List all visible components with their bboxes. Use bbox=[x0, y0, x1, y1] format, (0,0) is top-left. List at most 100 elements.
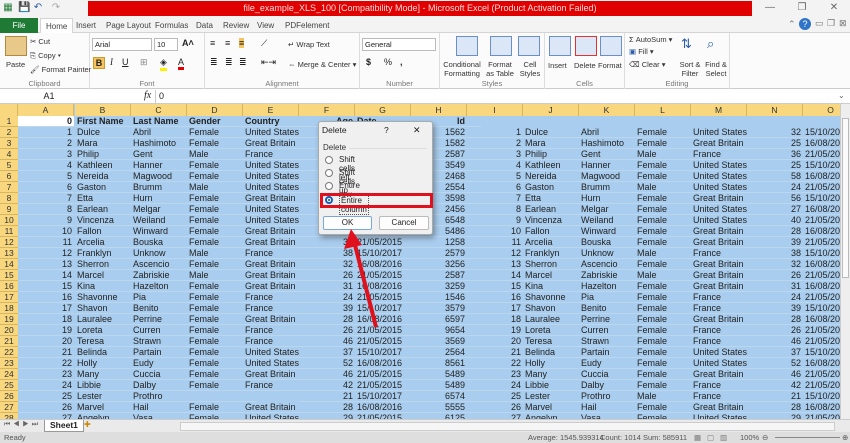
cell-O16[interactable]: 16/08/2016 bbox=[803, 281, 840, 292]
cell-O9[interactable]: 16/08/2016 bbox=[803, 204, 840, 215]
row-header-26[interactable]: 26 bbox=[0, 391, 18, 402]
cell-N27[interactable]: 28 bbox=[747, 402, 803, 413]
cell-A21[interactable]: 20 bbox=[18, 336, 74, 347]
minimize-button[interactable]: — bbox=[760, 2, 780, 16]
cell-A1[interactable]: 0 bbox=[18, 116, 74, 127]
row-header-15[interactable]: 15 bbox=[0, 270, 18, 281]
cell-I25[interactable]: 24 bbox=[467, 380, 523, 391]
cell-I2[interactable]: 1 bbox=[467, 127, 523, 138]
cell-N12[interactable]: 39 bbox=[747, 237, 803, 248]
cell-N20[interactable]: 26 bbox=[747, 325, 803, 336]
column-header-G[interactable]: G bbox=[355, 104, 411, 116]
cell-H20[interactable]: 9654 bbox=[411, 325, 467, 336]
format-as-table-button[interactable]: Format as Table bbox=[484, 60, 516, 78]
insert-cells-icon[interactable] bbox=[549, 36, 571, 56]
cell-A17[interactable]: 16 bbox=[18, 292, 74, 303]
cell-O8[interactable]: 15/10/2017 bbox=[803, 193, 840, 204]
cell-A19[interactable]: 18 bbox=[18, 314, 74, 325]
scroll-thumb[interactable] bbox=[842, 118, 849, 278]
font-color-icon[interactable]: A bbox=[178, 57, 185, 70]
row-header-2[interactable]: 2 bbox=[0, 127, 18, 138]
cell-I3[interactable]: 2 bbox=[467, 138, 523, 149]
cell-N25[interactable]: 42 bbox=[747, 380, 803, 391]
percent-button[interactable]: % bbox=[384, 57, 392, 67]
tab-formulas[interactable]: Formulas bbox=[150, 18, 193, 33]
cell-A22[interactable]: 21 bbox=[18, 347, 74, 358]
cell-F24[interactable]: 46 bbox=[299, 369, 355, 380]
new-sheet-icon[interactable]: ✚ bbox=[84, 420, 91, 429]
borders-icon[interactable]: ⊞ bbox=[140, 57, 148, 68]
cell-A4[interactable]: 3 bbox=[18, 149, 74, 160]
cell-C26[interactable]: Prothro bbox=[131, 391, 257, 402]
cell-styles-button[interactable]: Cell Styles bbox=[516, 60, 544, 78]
cell-A8[interactable]: 7 bbox=[18, 193, 74, 204]
row-header-25[interactable]: 25 bbox=[0, 380, 18, 391]
cell-O7[interactable]: 21/05/2015 bbox=[803, 182, 840, 193]
cell-A10[interactable]: 9 bbox=[18, 215, 74, 226]
cell-I7[interactable]: 6 bbox=[467, 182, 523, 193]
cell-N13[interactable]: 38 bbox=[747, 248, 803, 259]
cell-A23[interactable]: 22 bbox=[18, 358, 74, 369]
row-header-12[interactable]: 12 bbox=[0, 237, 18, 248]
column-header-I[interactable]: I bbox=[467, 104, 523, 116]
autosum-button[interactable]: Σ AutoSum ▾ bbox=[629, 35, 672, 44]
cell-N26[interactable]: 21 bbox=[747, 391, 803, 402]
align-right-icon[interactable]: ≣ bbox=[239, 57, 247, 68]
collapse-ribbon-icon[interactable]: ⌃ bbox=[788, 19, 796, 30]
cell-F22[interactable]: 37 bbox=[299, 347, 355, 358]
font-name-select[interactable]: Arial bbox=[92, 38, 152, 51]
column-header-H[interactable]: H bbox=[411, 104, 467, 116]
cell-N15[interactable]: 26 bbox=[747, 270, 803, 281]
cell-O26[interactable]: 15/10/2017 bbox=[803, 391, 840, 402]
row-header-18[interactable]: 18 bbox=[0, 303, 18, 314]
column-header-E[interactable]: E bbox=[243, 104, 299, 116]
dialog-help-button[interactable]: ? bbox=[384, 125, 389, 135]
row-header-1[interactable]: 1 bbox=[0, 116, 18, 127]
cell-A20[interactable]: 19 bbox=[18, 325, 74, 336]
cell-H21[interactable]: 3569 bbox=[411, 336, 467, 347]
page-break-view-icon[interactable]: ▥ bbox=[720, 432, 727, 443]
format-button[interactable]: Format bbox=[598, 61, 622, 70]
cell-O17[interactable]: 21/05/2015 bbox=[803, 292, 840, 303]
row-header-3[interactable]: 3 bbox=[0, 138, 18, 149]
cell-A14[interactable]: 13 bbox=[18, 259, 74, 270]
cell-A25[interactable]: 24 bbox=[18, 380, 74, 391]
cell-O3[interactable]: 16/08/2016 bbox=[803, 138, 840, 149]
cell-I23[interactable]: 22 bbox=[467, 358, 523, 369]
radio-shift-up[interactable] bbox=[325, 169, 333, 177]
delete-button[interactable]: Delete bbox=[574, 61, 596, 70]
copy-button[interactable]: ⎘ Copy ▾ bbox=[30, 51, 61, 61]
row-header-21[interactable]: 21 bbox=[0, 336, 18, 347]
cell-I26[interactable]: 25 bbox=[467, 391, 523, 402]
cell-O14[interactable]: 16/08/2016 bbox=[803, 259, 840, 270]
row-header-27[interactable]: 27 bbox=[0, 402, 18, 413]
cell-H24[interactable]: 5489 bbox=[411, 369, 467, 380]
tab-insert[interactable]: Insert bbox=[71, 18, 101, 33]
row-header-24[interactable]: 24 bbox=[0, 369, 18, 380]
cell-N24[interactable]: 46 bbox=[747, 369, 803, 380]
cell-I4[interactable]: 3 bbox=[467, 149, 523, 160]
cell-A6[interactable]: 5 bbox=[18, 171, 74, 182]
format-painter-button[interactable]: 🖌 Format Painter bbox=[30, 65, 91, 74]
tab-review[interactable]: Review bbox=[218, 18, 254, 33]
cell-F26[interactable]: 21 bbox=[299, 391, 355, 402]
cell-N10[interactable]: 40 bbox=[747, 215, 803, 226]
cell-N18[interactable]: 39 bbox=[747, 303, 803, 314]
font-size-select[interactable]: 10 bbox=[154, 38, 178, 51]
comma-button[interactable]: , bbox=[400, 57, 403, 67]
close-workbook-icon[interactable]: ⊠ bbox=[839, 18, 847, 29]
cell-H12[interactable]: 1258 bbox=[411, 237, 467, 248]
format-table-icon[interactable] bbox=[490, 36, 512, 56]
cell-N4[interactable]: 36 bbox=[747, 149, 803, 160]
formula-input[interactable]: 0 bbox=[155, 90, 835, 103]
sort-filter-button[interactable]: Sort & Filter bbox=[677, 60, 703, 78]
cell-I16[interactable]: 15 bbox=[467, 281, 523, 292]
cell-N23[interactable]: 52 bbox=[747, 358, 803, 369]
zoom-slider[interactable] bbox=[775, 437, 840, 438]
zoom-out-button[interactable]: ⊖ bbox=[762, 432, 768, 443]
row-header-10[interactable]: 10 bbox=[0, 215, 18, 226]
vertical-scrollbar[interactable] bbox=[840, 104, 850, 419]
cell-A2[interactable]: 1 bbox=[18, 127, 74, 138]
dialog-close-button[interactable]: ✕ bbox=[413, 125, 421, 136]
tab-page-layout[interactable]: Page Layout bbox=[101, 18, 156, 33]
